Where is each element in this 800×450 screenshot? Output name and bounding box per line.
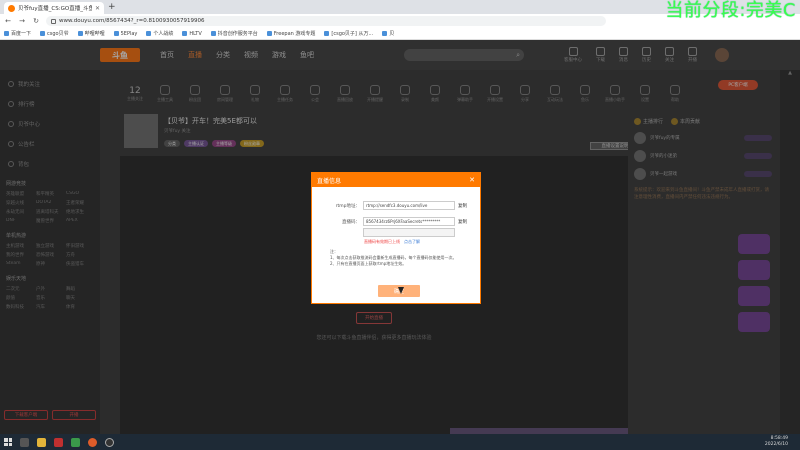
bookmark-icon (266, 31, 272, 36)
stream-key-field[interactable]: 8567434rz6Prj6XFaaSecrets********* (363, 217, 455, 226)
bookmark-item[interactable]: 贝 (382, 30, 394, 37)
bookmark-icon (324, 31, 330, 36)
bookmark-item[interactable]: csgo贝爷 (40, 30, 69, 37)
learn-more-link[interactable]: 点击了解 (404, 239, 420, 244)
bookmark-icon (40, 31, 46, 36)
task-view-icon[interactable] (20, 437, 29, 447)
tab-title: 贝爷fuy直播_CS:GO直播_斗鱼直 (18, 6, 92, 12)
key-warning: 直播码有效期已上线 点击了解 (364, 239, 420, 244)
bookmark-item[interactable]: 百度一下 (4, 30, 31, 37)
bookmark-item[interactable]: [csgo贝子] 从万... (324, 30, 373, 37)
system-clock[interactable]: 8:58:49 2022/6/10 (765, 436, 788, 448)
key-row: 直播码： 8567434rz6Prj6XFaaSecrets********* … (322, 217, 467, 226)
bookmark-item[interactable]: 5EPlay (113, 31, 137, 37)
bookmark-item[interactable]: 抖音创作服务平台 (210, 30, 258, 37)
rtmp-row: rtmp地址： rtmp://sendfc3.douyu.com/live 复制 (322, 201, 467, 210)
url-input[interactable]: www.douyu.com/8567434?_r=0.8100930057919… (46, 16, 606, 26)
bookmark-icon (4, 31, 9, 36)
url-text: www.douyu.com/8567434?_r=0.8100930057919… (59, 18, 205, 24)
dialog-notes: 注： 1、每次点击获取推流码会重新生成直播码，每个直播码仅能使用一次。 2、只有… (330, 249, 457, 266)
close-icon[interactable]: ✕ (95, 5, 100, 12)
forward-icon[interactable]: → (18, 17, 26, 25)
rtmp-label: rtmp地址： (335, 203, 360, 209)
key-label: 直播码： (342, 219, 360, 225)
bookmark-icon (210, 31, 216, 36)
app-icon[interactable] (54, 437, 63, 447)
bookmark-icon (77, 31, 83, 36)
dialog-title: 直播信息 (317, 177, 342, 185)
app-icon[interactable] (37, 437, 46, 447)
key-row-2 (322, 228, 455, 237)
copy-key-button[interactable]: 复制 (458, 219, 467, 225)
bookmark-icon (113, 31, 119, 36)
back-icon[interactable]: ← (4, 17, 12, 25)
live-info-dialog: 直播信息 ✕ rtmp地址： rtmp://sendfc3.douyu.com/… (311, 172, 481, 304)
mouse-cursor-icon (398, 287, 404, 294)
douyu-favicon-icon (8, 4, 15, 12)
bookmark-icon (146, 31, 152, 36)
app-icon[interactable] (71, 437, 80, 447)
bookmark-item[interactable]: Freepan 游戏专题 (266, 30, 315, 37)
rank-overlay-text: 当前分段:完美C (665, 0, 796, 21)
bookmarks-bar: 百度一下 csgo贝爷 哔哩哔哩 5EPlay 个人战绩 HLTV 抖音创作服务… (0, 28, 800, 40)
browser-tab[interactable]: 贝爷fuy直播_CS:GO直播_斗鱼直 ✕ (4, 2, 104, 14)
taskbar: 8:58:49 2022/6/10 (0, 434, 800, 450)
obs-icon[interactable] (105, 437, 114, 447)
reload-icon[interactable]: ↻ (32, 17, 40, 25)
chrome-icon[interactable] (88, 437, 97, 447)
dialog-header: 直播信息 ✕ (312, 173, 480, 187)
windows-start-icon[interactable] (4, 438, 12, 446)
close-icon[interactable]: ✕ (469, 176, 475, 184)
bookmark-icon (382, 31, 388, 36)
stream-key-field-extra[interactable] (363, 228, 455, 237)
rtmp-field[interactable]: rtmp://sendfc3.douyu.com/live (363, 201, 455, 210)
new-tab-icon[interactable]: + (108, 2, 116, 12)
copy-rtmp-button[interactable]: 复制 (458, 203, 467, 209)
bookmark-icon (182, 31, 188, 36)
bookmark-item[interactable]: 个人战绩 (146, 30, 173, 37)
bookmark-item[interactable]: 哔哩哔哩 (77, 30, 105, 37)
lock-icon (51, 18, 56, 24)
bookmark-item[interactable]: HLTV (182, 31, 202, 37)
